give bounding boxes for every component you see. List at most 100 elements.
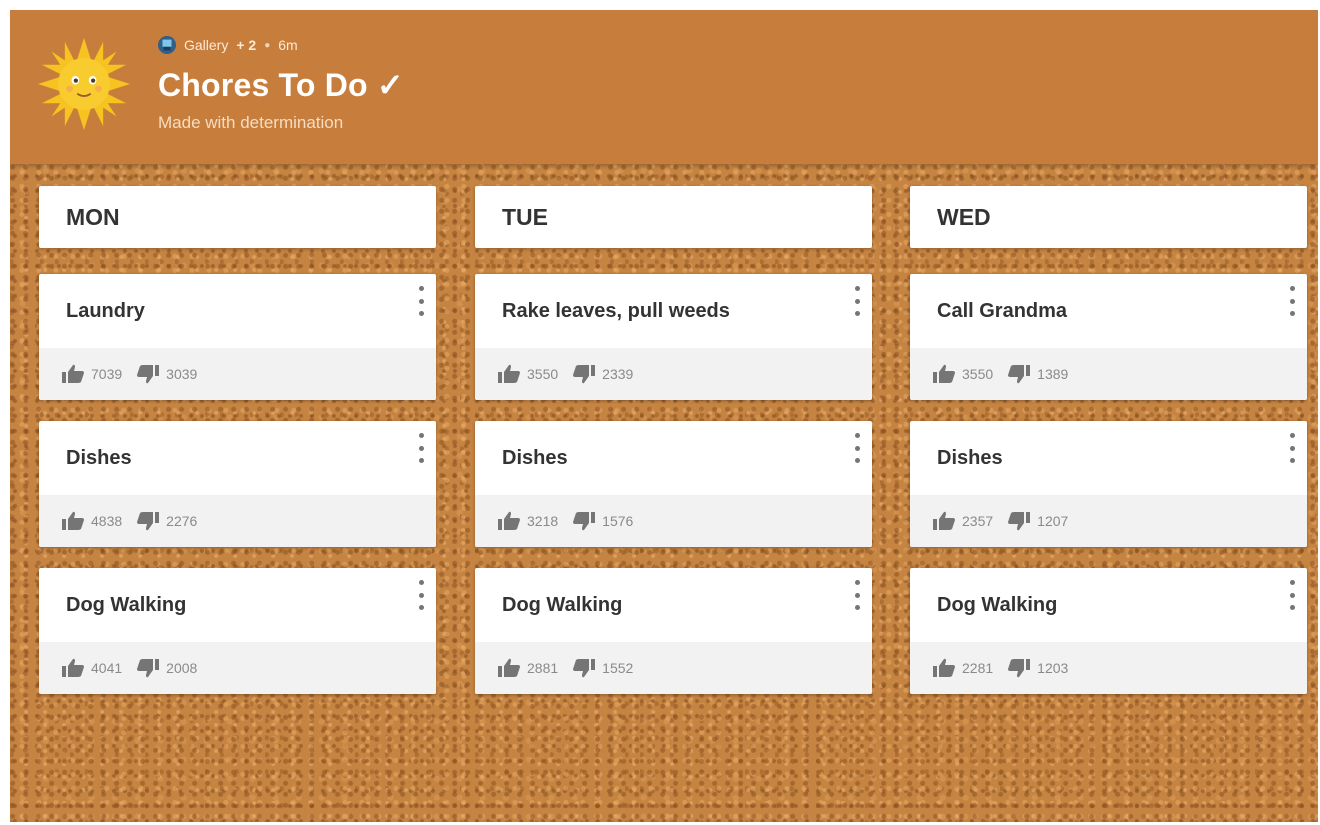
thumbs-up-icon — [498, 511, 520, 530]
post-footer: 4838 2276 — [39, 495, 436, 547]
thumbs-down-icon — [573, 512, 596, 531]
thumbs-down-icon — [1008, 365, 1031, 384]
upvote-button[interactable]: 2281 — [932, 658, 993, 678]
post-title: Laundry — [66, 300, 145, 322]
thumbs-up-icon — [498, 658, 520, 677]
more-options-icon[interactable] — [1285, 433, 1299, 463]
thumbs-down-icon — [137, 365, 160, 384]
post-title: Rake leaves, pull weeds — [502, 300, 730, 322]
board-subtitle: Made with determination — [158, 113, 344, 132]
downvote-button[interactable]: 1207 — [1007, 511, 1068, 531]
upvote-button[interactable]: 7039 — [61, 364, 122, 384]
post-title: Call Grandma — [937, 300, 1068, 322]
downvote-count: 2276 — [166, 513, 198, 529]
downvote-count: 1576 — [602, 513, 634, 529]
post-card[interactable]: Dishes 3218 1576 — [475, 421, 872, 547]
upvote-count: 4041 — [91, 660, 123, 676]
more-options-icon[interactable] — [414, 433, 428, 463]
upvote-count: 7039 — [91, 366, 123, 382]
more-options-icon[interactable] — [414, 286, 428, 316]
post-title: Dishes — [502, 447, 568, 469]
upvote-button[interactable]: 4041 — [61, 658, 122, 678]
thumbs-up-icon — [498, 364, 520, 383]
upvote-button[interactable]: 3550 — [497, 364, 558, 384]
downvote-count: 2008 — [166, 660, 198, 676]
post-footer: 3218 1576 — [475, 495, 872, 547]
separator-dot: ● — [264, 39, 271, 51]
downvote-button[interactable]: 1203 — [1007, 658, 1068, 678]
downvote-button[interactable]: 1576 — [572, 511, 633, 531]
post-footer: 7039 3039 — [39, 348, 436, 400]
more-options-icon[interactable] — [850, 580, 864, 610]
post-title: Dishes — [66, 447, 132, 469]
post-footer: 2881 1552 — [475, 642, 872, 694]
board-meta: Gallery + 2 ● 6m — [158, 36, 298, 54]
thumbs-down-icon — [1008, 512, 1031, 531]
post-card[interactable]: Dog Walking 2281 1203 — [910, 568, 1307, 694]
thumbs-down-icon — [1008, 659, 1031, 678]
post-card[interactable]: Rake leaves, pull weeds 3550 2339 — [475, 274, 872, 400]
upvote-count: 3218 — [527, 513, 559, 529]
downvote-button[interactable]: 1552 — [572, 658, 633, 678]
post-footer: 2357 1207 — [910, 495, 1307, 547]
downvote-count: 1389 — [1037, 366, 1069, 382]
upvote-count: 2881 — [527, 660, 559, 676]
downvote-button[interactable]: 3039 — [136, 364, 197, 384]
upvote-button[interactable]: 2357 — [932, 511, 993, 531]
board-title: Chores To Do ✓ — [158, 67, 404, 103]
post-card[interactable]: Dog Walking 2881 1552 — [475, 568, 872, 694]
thumbs-up-icon — [933, 364, 955, 383]
post-title: Dog Walking — [937, 594, 1058, 616]
thumbs-up-icon — [62, 511, 84, 530]
post-title: Dog Walking — [66, 594, 187, 616]
contributors-count[interactable]: + 2 — [236, 37, 256, 53]
more-options-icon[interactable] — [1285, 286, 1299, 316]
avatar[interactable] — [158, 36, 176, 54]
thumbs-up-icon — [933, 658, 955, 677]
thumbs-down-icon — [573, 659, 596, 678]
thumbs-down-icon — [137, 659, 160, 678]
more-options-icon[interactable] — [850, 433, 864, 463]
more-options-icon[interactable] — [850, 286, 864, 316]
post-card[interactable]: Laundry 7039 3039 — [39, 274, 436, 400]
thumbs-up-icon — [62, 364, 84, 383]
post-card[interactable]: Call Grandma 3550 1389 — [910, 274, 1307, 400]
author-name[interactable]: Gallery — [184, 37, 228, 53]
thumbs-up-icon — [62, 658, 84, 677]
upvote-count: 4838 — [91, 513, 123, 529]
downvote-count: 3039 — [166, 366, 198, 382]
post-footer: 3550 2339 — [475, 348, 872, 400]
post-card[interactable]: Dishes 2357 1207 — [910, 421, 1307, 547]
thumbs-up-icon — [933, 511, 955, 530]
downvote-count: 1207 — [1037, 513, 1069, 529]
thumbs-down-icon — [573, 365, 596, 384]
upvote-button[interactable]: 3550 — [932, 364, 993, 384]
thumbs-down-icon — [137, 512, 160, 531]
post-footer: 3550 1389 — [910, 348, 1307, 400]
downvote-button[interactable]: 2008 — [136, 658, 197, 678]
column-header: WED — [910, 186, 1307, 248]
downvote-button[interactable]: 1389 — [1007, 364, 1068, 384]
column-header: MON — [39, 186, 436, 248]
app-frame: Gallery + 2 ● 6m Chores To Do ✓ Made wit… — [10, 10, 1318, 822]
post-card[interactable]: Dog Walking 4041 2008 — [39, 568, 436, 694]
timestamp: 6m — [278, 37, 298, 53]
column-header: TUE — [475, 186, 872, 248]
column-wed: WED Call Grandma 3550 1389 Dishes 2357 1… — [910, 186, 1307, 694]
more-options-icon[interactable] — [414, 580, 428, 610]
more-options-icon[interactable] — [1285, 580, 1299, 610]
downvote-count: 2339 — [602, 366, 634, 382]
upvote-button[interactable]: 2881 — [497, 658, 558, 678]
upvote-count: 3550 — [962, 366, 994, 382]
downvote-button[interactable]: 2339 — [572, 364, 633, 384]
board-header: Gallery + 2 ● 6m Chores To Do ✓ Made wit… — [10, 10, 1318, 164]
post-card[interactable]: Dishes 4838 2276 — [39, 421, 436, 547]
cork-board: MON Laundry 7039 3039 Dishes 4838 2276 D… — [10, 164, 1318, 822]
post-title: Dog Walking — [502, 594, 623, 616]
upvote-button[interactable]: 4838 — [61, 511, 122, 531]
downvote-button[interactable]: 2276 — [136, 511, 197, 531]
upvote-button[interactable]: 3218 — [497, 511, 558, 531]
upvote-count: 3550 — [527, 366, 559, 382]
downvote-count: 1203 — [1037, 660, 1069, 676]
upvote-count: 2357 — [962, 513, 994, 529]
